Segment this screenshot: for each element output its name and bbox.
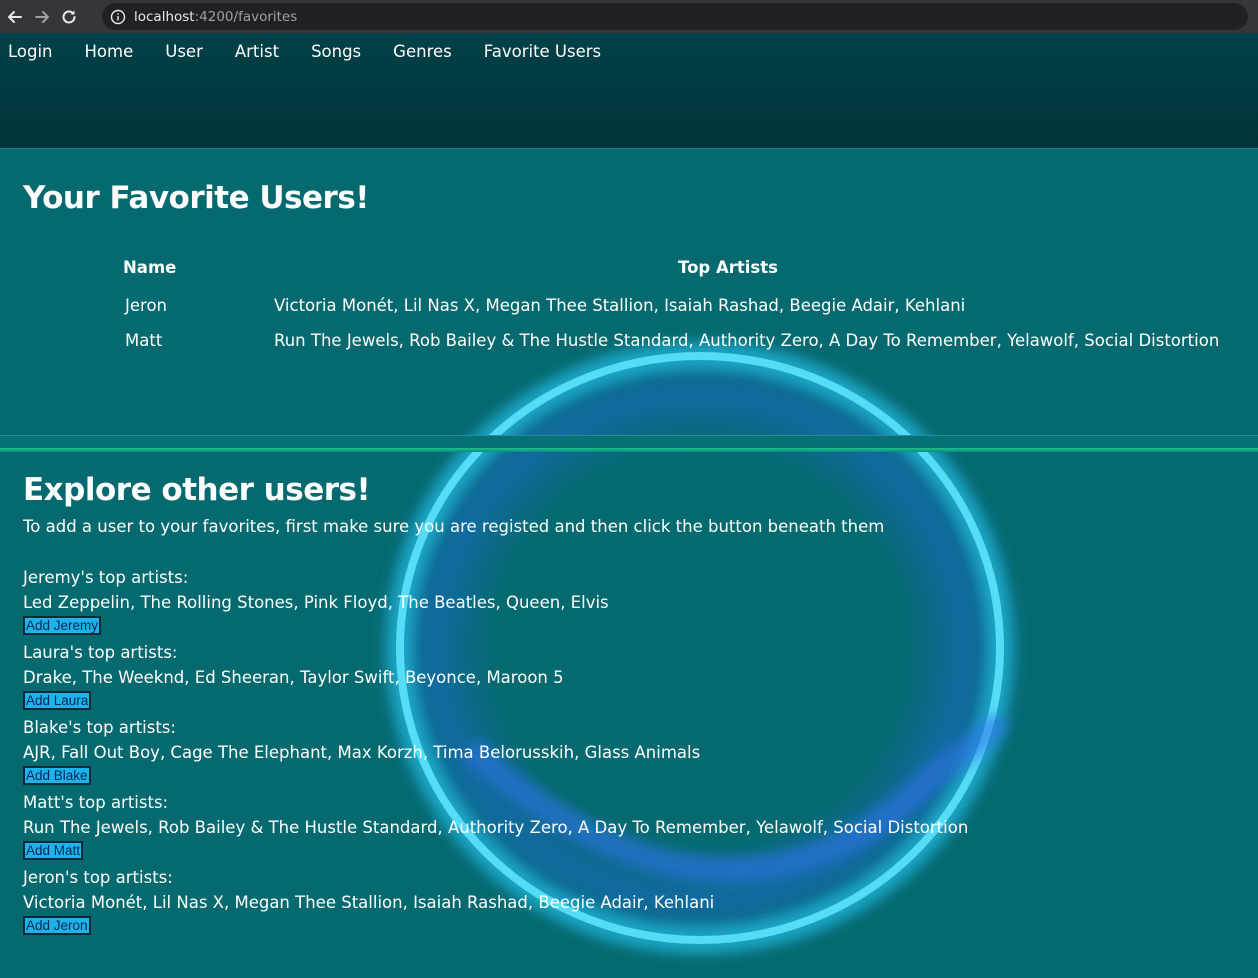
user-card-blake: Blake's top artists: AJR, Fall Out Boy, … (23, 715, 700, 785)
user-card-jeremy: Jeremy's top artists: Led Zeppelin, The … (23, 565, 609, 635)
user-heading: Jeremy's top artists: (23, 568, 189, 587)
user-heading: Laura's top artists: (23, 643, 178, 662)
favorite-row-name: Matt (125, 331, 163, 350)
explore-subtitle: To add a user to your favorites, first m… (23, 517, 885, 536)
section-divider-glow (0, 448, 1258, 452)
favorites-section: Your Favorite Users! Name Top Artists Je… (0, 149, 1258, 435)
reload-icon[interactable] (57, 5, 81, 29)
nav-genres[interactable]: Genres (393, 42, 452, 61)
url-host: localhost (134, 8, 195, 25)
user-heading: Matt's top artists: (23, 793, 169, 812)
column-header-top-artists: Top Artists (678, 258, 778, 277)
user-artists: Victoria Monét, Lil Nas X, Megan Thee St… (23, 893, 715, 912)
user-artists: Led Zeppelin, The Rolling Stones, Pink F… (23, 593, 609, 612)
explore-title: Explore other users! (23, 472, 371, 508)
info-icon[interactable] (110, 9, 126, 25)
nav-login[interactable]: Login (8, 42, 53, 61)
favorite-row-artists: Run The Jewels, Rob Bailey & The Hustle … (274, 331, 1220, 350)
section-divider (0, 435, 1258, 449)
browser-toolbar: localhost:4200/favorites (0, 0, 1258, 33)
forward-arrow-icon[interactable] (30, 5, 54, 29)
user-artists: AJR, Fall Out Boy, Cage The Elephant, Ma… (23, 743, 701, 762)
user-heading: Blake's top artists: (23, 718, 176, 737)
address-bar[interactable]: localhost:4200/favorites (102, 3, 1248, 30)
nav-home[interactable]: Home (85, 42, 134, 61)
column-header-name: Name (123, 258, 177, 277)
add-jeron-button[interactable]: Add Jeron (23, 916, 91, 935)
user-artists: Run The Jewels, Rob Bailey & The Hustle … (23, 818, 969, 837)
nav-favorite-users[interactable]: Favorite Users (484, 42, 601, 61)
add-jeremy-button[interactable]: Add Jeremy (23, 616, 102, 635)
url-path: :4200/favorites (194, 8, 298, 25)
user-card-matt: Matt's top artists: Run The Jewels, Rob … (23, 790, 968, 860)
user-heading: Jeron's top artists: (23, 868, 173, 887)
add-laura-button[interactable]: Add Laura (23, 691, 92, 710)
favorite-row-name: Jeron (125, 296, 167, 315)
nav-songs[interactable]: Songs (311, 42, 361, 61)
add-blake-button[interactable]: Add Blake (23, 766, 91, 785)
navbar: Login Home User Artist Songs Genres Favo… (0, 33, 1258, 149)
nav-user[interactable]: User (165, 42, 203, 61)
user-card-laura: Laura's top artists: Drake, The Weeknd, … (23, 640, 564, 710)
back-arrow-icon[interactable] (3, 5, 27, 29)
user-artists: Drake, The Weeknd, Ed Sheeran, Taylor Sw… (23, 668, 564, 687)
favorite-row-artists: Victoria Monét, Lil Nas X, Megan Thee St… (274, 296, 966, 315)
add-matt-button[interactable]: Add Matt (23, 841, 84, 860)
nav-links: Login Home User Artist Songs Genres Favo… (8, 42, 633, 61)
user-card-jeron: Jeron's top artists: Victoria Monét, Lil… (23, 865, 714, 935)
nav-artist[interactable]: Artist (235, 42, 279, 61)
favorites-title: Your Favorite Users! (23, 180, 369, 216)
